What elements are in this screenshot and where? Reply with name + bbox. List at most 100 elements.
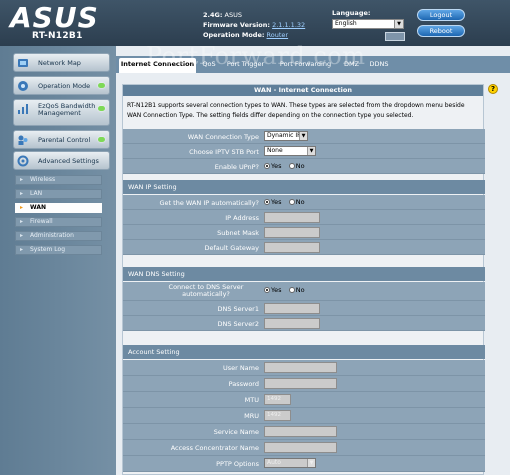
mtu-input[interactable]: 1492 <box>264 394 291 405</box>
mru-label: MRU <box>244 412 259 420</box>
wan-ip-auto-no-radio[interactable] <box>288 199 295 205</box>
sidebar-item-label: Advanced Settings <box>38 157 99 165</box>
sidebar-sub-wireless[interactable]: Wireless <box>15 175 102 185</box>
sidebar-item-parental-control[interactable]: Parental Control <box>13 130 110 149</box>
subnet-mask-input[interactable] <box>264 227 320 238</box>
gateway-label: Default Gateway <box>204 244 259 252</box>
reboot-button[interactable]: Reboot <box>417 25 465 37</box>
opmode-label: Operation Mode: <box>203 31 265 39</box>
pptp-select[interactable]: Auto ▼ <box>264 458 316 468</box>
wan-ip-auto-row: Get the WAN IP automatically? Yes No <box>123 195 485 210</box>
firmware-label: Firmware Version: <box>203 21 270 29</box>
wan-type-value: Dynamic IP <box>267 132 301 139</box>
chevron-down-icon: ▼ <box>299 132 307 140</box>
wan-ip-settings: Get the WAN IP automatically? Yes No IP … <box>123 195 485 255</box>
ip-address-label: IP Address <box>225 214 259 222</box>
wan-type-select[interactable]: Dynamic IP ▼ <box>264 131 308 141</box>
username-row: User Name <box>123 360 485 376</box>
ip-address-row: IP Address <box>123 210 485 225</box>
account-settings: User Name Password MTU 1492 MRU 1492 Ser… <box>123 360 485 472</box>
password-row: Password <box>123 376 485 392</box>
wan-dns-settings: Connect to DNS Server automatically? Yes… <box>123 282 485 331</box>
status-light-icon <box>98 106 105 111</box>
sidebar-sub-administration[interactable]: Administration <box>15 231 102 241</box>
upnp-yes-radio[interactable] <box>264 163 270 169</box>
language-value: English <box>335 20 357 27</box>
iptv-label: Choose IPTV STB Port <box>189 148 259 156</box>
dns1-row: DNS Server1 <box>123 301 485 316</box>
upnp-label: Enable UPnP? <box>214 163 259 171</box>
model-name: RT-N12B1 <box>32 31 83 41</box>
sidebar-item-network-map[interactable]: Network Map <box>13 53 110 72</box>
band-value: ASUS <box>224 11 242 19</box>
language-box: Language: English ▼ <box>332 9 405 41</box>
dns-auto-row: Connect to DNS Server automatically? Yes… <box>123 282 485 301</box>
ip-address-input[interactable] <box>264 212 320 223</box>
network-map-icon <box>18 59 28 67</box>
mru-input[interactable]: 1492 <box>264 410 291 421</box>
dns-auto-yes-radio[interactable] <box>264 287 270 293</box>
language-select[interactable]: English ▼ <box>332 19 404 29</box>
tab-ddns[interactable]: DDNS <box>366 58 392 73</box>
dns1-label: DNS Server1 <box>217 305 259 313</box>
radio-label: Yes <box>271 198 282 206</box>
dns2-input[interactable] <box>264 318 320 329</box>
dns-auto-no-radio[interactable] <box>288 287 295 293</box>
dns2-label: DNS Server2 <box>217 320 259 328</box>
ac-name-input[interactable] <box>264 442 337 453</box>
sidebar-sub-wan[interactable]: WAN <box>15 203 102 213</box>
chevron-down-icon: ▼ <box>307 147 315 155</box>
ac-name-label: Access Concentrator Name <box>170 444 259 452</box>
operation-mode-icon <box>18 81 28 91</box>
iptv-select[interactable]: None ▼ <box>264 146 316 156</box>
radio-label: No <box>295 286 305 294</box>
help-icon[interactable]: ? <box>488 84 498 94</box>
pptp-value: Auto <box>267 459 281 466</box>
subnet-mask-row: Subnet Mask <box>123 225 485 240</box>
language-apply-button[interactable] <box>385 32 405 41</box>
wan-dns-heading: WAN DNS Setting <box>123 267 485 281</box>
account-heading: Account Setting <box>123 345 485 359</box>
parental-control-icon <box>18 135 28 145</box>
radio-label: No <box>295 198 305 206</box>
header: ASUS RT-N12B1 2.4G: ASUS Firmware Versio… <box>0 0 510 46</box>
wan-type-row: WAN Connection Type Dynamic IP ▼ <box>123 129 485 144</box>
dns1-input[interactable] <box>264 303 320 314</box>
service-name-input[interactable] <box>264 426 337 437</box>
opmode-link[interactable]: Router <box>267 31 289 39</box>
wan-type-label: WAN Connection Type <box>187 133 259 141</box>
panel-title: WAN - Internet Connection <box>123 85 483 96</box>
svg-text:ASUS: ASUS <box>8 2 99 32</box>
password-input[interactable] <box>264 378 337 389</box>
chevron-down-icon: ▼ <box>394 20 403 28</box>
sidebar-sub-firewall[interactable]: Firewall <box>15 217 102 227</box>
wan-ip-auto-label: Get the WAN IP automatically? <box>159 199 260 207</box>
sidebar-sub-lan[interactable]: LAN <box>15 189 102 199</box>
wan-ip-auto-yes-radio[interactable] <box>264 199 270 205</box>
username-input[interactable] <box>264 362 337 373</box>
sidebar-item-operation-mode[interactable]: Operation Mode <box>13 76 110 95</box>
password-label: Password <box>228 380 259 388</box>
sidebar-item-advanced-settings[interactable]: Advanced Settings <box>13 151 110 170</box>
gateway-input[interactable] <box>264 242 320 253</box>
radio-label: Yes <box>271 162 282 170</box>
dns-auto-label: Connect to DNS Server automatically? <box>168 283 244 298</box>
upnp-no-radio[interactable] <box>288 163 295 169</box>
sidebar-item-ezqos[interactable]: EzQoS Bandwidth Management <box>13 99 110 126</box>
logout-button[interactable]: Logout <box>417 9 465 21</box>
radio-label: Yes <box>271 286 282 294</box>
band-label: 2.4G: <box>203 11 223 19</box>
firmware-link[interactable]: 2.1.1.1.32 <box>272 21 305 29</box>
sidebar-sub-system-log[interactable]: System Log <box>15 245 102 255</box>
dns2-row: DNS Server2 <box>123 316 485 331</box>
username-label: User Name <box>222 364 259 372</box>
status-light-icon <box>98 137 105 142</box>
wan-panel: WAN - Internet Connection RT-N12B1 suppo… <box>122 84 485 475</box>
language-label: Language: <box>332 9 371 17</box>
ezqos-icon <box>18 104 28 114</box>
chevron-down-icon: ▼ <box>307 459 315 467</box>
ac-name-row: Access Concentrator Name <box>123 440 485 456</box>
pptp-label: PPTP Options <box>216 460 259 468</box>
service-name-row: Service Name <box>123 424 485 440</box>
router-info: 2.4G: ASUS Firmware Version: 2.1.1.1.32 … <box>203 10 305 40</box>
